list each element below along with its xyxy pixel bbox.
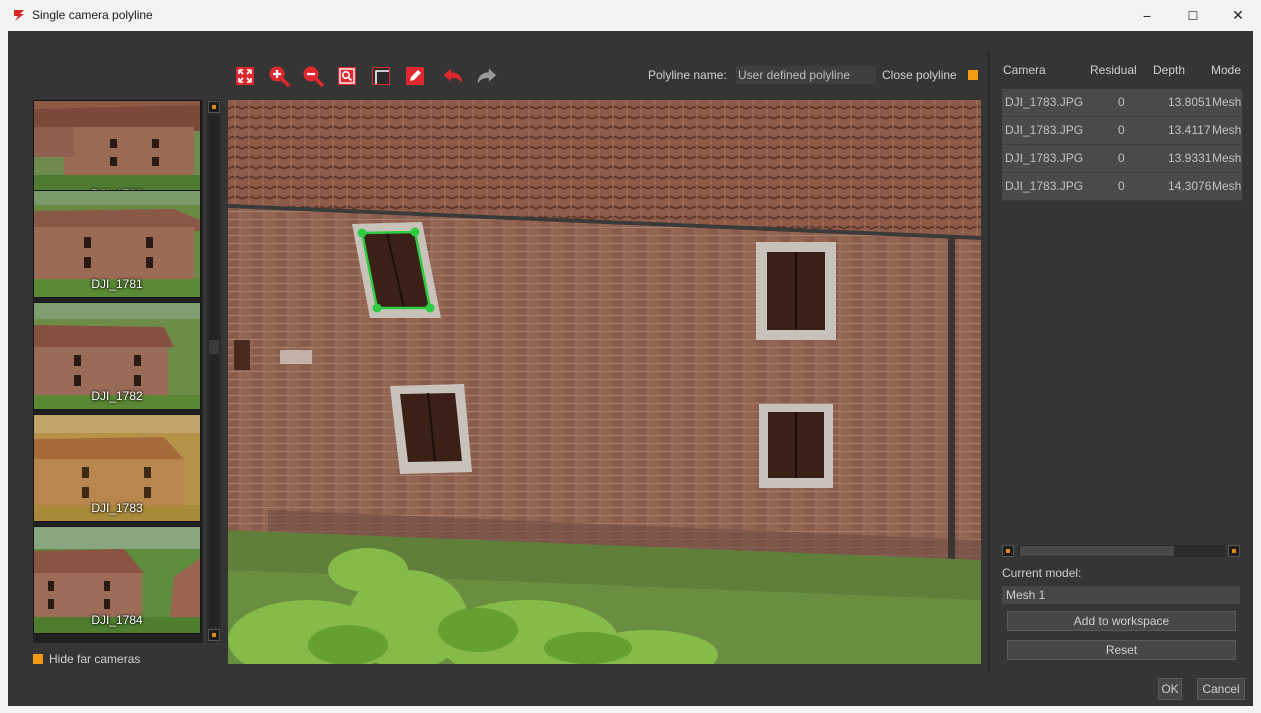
close-polyline-label: Close polyline [882,68,957,82]
scroll-up-icon[interactable] [208,101,220,113]
thumbnail-item[interactable]: DJI_1782 [33,302,201,410]
camera-table: DJI_1783.JPG 0 13.8051 Mesh DJI_1783.JPG… [1002,89,1242,201]
table-row[interactable]: DJI_1783.JPG 0 13.4117 Mesh [1002,117,1242,145]
current-model-label: Current model: [1002,566,1082,580]
redo-icon[interactable] [476,65,498,87]
cancel-button[interactable]: Cancel [1197,678,1245,700]
scroll-right-icon[interactable] [1228,545,1240,557]
zoom-out-icon[interactable] [302,65,324,87]
thumbnail-item-selected[interactable]: DJI_1783 [33,414,201,522]
column-camera[interactable]: Camera [1003,63,1046,77]
cell-camera: DJI_1783.JPG [1005,151,1084,165]
cell-residual: 0 [1118,123,1125,137]
fit-view-icon[interactable] [234,65,256,87]
thumbnail-item[interactable]: DJI_1784 [33,526,201,634]
pencil-icon[interactable] [404,65,426,87]
scroll-thumb[interactable] [209,340,219,354]
dialog-body: Polyline name: Close polyline DJI_1780 [8,31,1253,706]
column-mode[interactable]: Mode [1211,63,1241,77]
maximize-button[interactable]: ☐ [1170,0,1216,31]
undo-icon[interactable] [442,65,464,87]
table-horizontal-scrollbar[interactable] [1002,544,1243,558]
cell-depth: 14.3076 [1168,179,1212,193]
hide-far-cameras-option[interactable]: Hide far cameras [33,652,140,666]
column-residual[interactable]: Residual [1090,63,1137,77]
cell-depth: 13.9331 [1168,151,1212,165]
thumbnail-item[interactable]: DJI_1781 [33,190,201,298]
cell-residual: 0 [1118,151,1125,165]
camera-panel: Camera Residual Depth Mode DJI_1783.JPG … [990,51,1247,677]
table-row[interactable]: DJI_1783.JPG 0 14.3076 Mesh [1002,173,1242,201]
hide-far-cameras-checkbox[interactable] [33,654,43,664]
cell-depth: 13.4117 [1168,123,1211,137]
thumbnail-label: DJI_1784 [91,613,143,627]
zoom-in-icon[interactable] [268,65,290,87]
scroll-left-icon[interactable] [1002,545,1014,557]
add-to-workspace-button[interactable]: Add to workspace [1007,611,1236,631]
ok-button[interactable]: OK [1158,678,1182,700]
cell-mode: Mesh [1212,151,1242,165]
close-polyline-checkbox[interactable] [968,70,978,80]
cell-mode: Mesh [1212,95,1242,109]
thumbnail-label: DJI_1783 [91,501,143,515]
reset-button[interactable]: Reset [1007,640,1236,660]
thumbnail-label: DJI_1782 [91,389,143,403]
cell-depth: 13.8051 [1168,95,1212,109]
photo-viewport[interactable] [228,100,981,664]
table-row[interactable]: DJI_1783.JPG 0 13.8051 Mesh [1002,89,1242,117]
cell-mode: Mesh [1212,123,1242,137]
window-bottom-left [390,384,472,474]
camera-thumbnail-strip[interactable]: DJI_1780 DJI_1781 [33,100,203,643]
thumbnail-scrollbar[interactable] [207,100,221,643]
minimize-button[interactable]: − [1124,0,1170,31]
cell-camera: DJI_1783.JPG [1005,95,1084,109]
scroll-down-icon[interactable] [208,629,220,641]
cell-residual: 0 [1118,179,1125,193]
cell-mode: Mesh [1212,179,1242,193]
zoom-region-icon[interactable] [336,65,358,87]
cell-camera: DJI_1783.JPG [1005,179,1084,193]
title-bar: Single camera polyline − ☐ ✕ [0,0,1261,31]
cell-camera: DJI_1783.JPG [1005,123,1084,137]
window-bottom-right [759,404,833,488]
cell-residual: 0 [1118,95,1125,109]
app-logo-icon [14,10,24,21]
window-title: Single camera polyline [32,8,153,22]
camera-table-header: Camera Residual Depth Mode [990,63,1247,81]
hide-far-cameras-label: Hide far cameras [49,652,141,666]
thumbnail-label: DJI_1781 [91,277,143,291]
table-row[interactable]: DJI_1783.JPG 0 13.9331 Mesh [1002,145,1242,173]
scroll-thumb[interactable] [1020,546,1174,556]
polyline-name-label: Polyline name: [648,68,727,82]
window-top-right [756,242,836,340]
building-photo [228,100,981,664]
close-window-button[interactable]: ✕ [1215,0,1261,31]
polyline-name-input[interactable] [736,66,876,84]
column-depth[interactable]: Depth [1153,63,1185,77]
crop-corner-icon[interactable] [370,65,392,87]
current-model-field[interactable]: Mesh 1 [1002,586,1240,604]
scroll-track[interactable] [209,116,219,626]
